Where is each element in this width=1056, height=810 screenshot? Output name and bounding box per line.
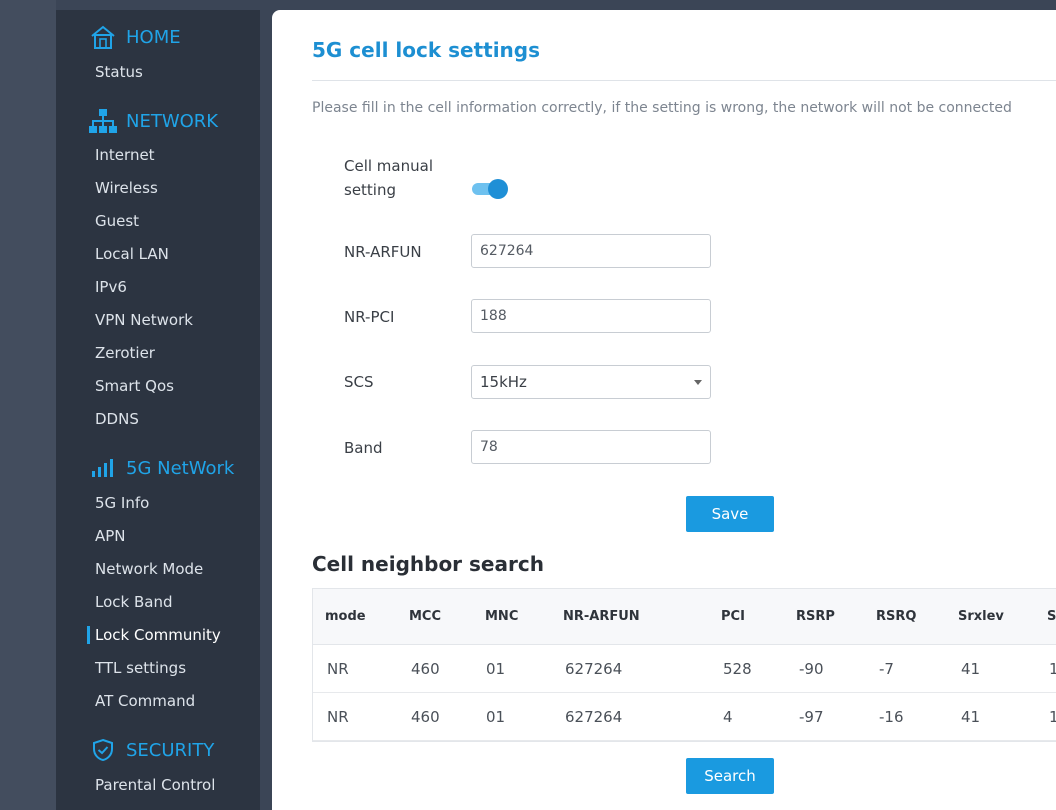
arfcn-input[interactable] — [471, 234, 711, 268]
content-panel: 5G cell lock settings Please fill in the… — [272, 10, 1056, 810]
sidebar-item-at-command[interactable]: AT Command — [95, 690, 195, 712]
scs-selected-value: 15kHz — [480, 373, 527, 391]
sidebar-item-vpn-network[interactable]: VPN Network — [95, 309, 193, 331]
arfcn-label: NR-ARFUN — [344, 243, 422, 261]
band-input[interactable] — [471, 430, 711, 464]
sidebar-item-internet[interactable]: Internet — [95, 144, 155, 166]
scs-select[interactable]: 15kHz — [471, 365, 711, 399]
section-5g-network-label: 5G NetWork — [126, 457, 235, 479]
table-cell: -90 — [799, 659, 824, 678]
table-header: mode MCC MNC NR-ARFUN PCI RSRP RSRQ Srxl… — [313, 589, 1056, 645]
sidebar-item-smart-qos[interactable]: Smart Qos — [95, 375, 174, 397]
page-title: 5G cell lock settings — [312, 38, 541, 62]
chevron-down-icon — [694, 380, 702, 385]
search-button[interactable]: Search — [686, 758, 774, 794]
toggle-knob — [488, 179, 508, 199]
table-cell: -16 — [879, 707, 904, 726]
column-header: NR-ARFUN — [563, 609, 640, 624]
section-network-label: NETWORK — [126, 110, 219, 132]
neighbor-search-title: Cell neighbor search — [312, 552, 544, 576]
table-row[interactable]: NR 460 01 627264 4 -97 -16 41 1 — [313, 693, 1056, 741]
signal-bars-icon — [88, 455, 118, 481]
section-security[interactable]: SECURITY — [88, 736, 214, 764]
section-5g-network[interactable]: 5G NetWork — [88, 454, 234, 482]
sidebar-item-guest[interactable]: Guest — [95, 210, 139, 232]
table-cell: -97 — [799, 707, 824, 726]
manual-setting-label: Cell manual setting — [344, 157, 433, 199]
warning-notice: Please fill in the cell information corr… — [312, 100, 1012, 116]
pci-label: NR-PCI — [344, 308, 395, 326]
shield-check-icon — [88, 737, 118, 763]
table-cell: 1 — [1049, 659, 1056, 678]
table-cell: 627264 — [565, 659, 623, 678]
table-cell: 41 — [961, 707, 981, 726]
sidebar-item-parental-control[interactable]: Parental Control — [95, 774, 215, 796]
column-header: MCC — [409, 609, 442, 624]
table-cell: 01 — [486, 707, 506, 726]
neighbor-table: mode MCC MNC NR-ARFUN PCI RSRP RSRQ Srxl… — [312, 588, 1056, 742]
scs-label: SCS — [344, 373, 374, 391]
pci-input[interactable] — [471, 299, 711, 333]
table-cell: 01 — [486, 659, 506, 678]
table-cell: 460 — [411, 659, 440, 678]
column-header: RSRP — [796, 609, 835, 624]
column-header: mode — [325, 609, 366, 624]
active-indicator — [87, 626, 90, 644]
sidebar-item-zerotier[interactable]: Zerotier — [95, 342, 155, 364]
column-header: PCI — [721, 609, 745, 624]
section-home-label: HOME — [126, 26, 181, 48]
table-row[interactable]: NR 460 01 627264 528 -90 -7 41 1 — [313, 645, 1056, 693]
home-icon — [88, 24, 118, 50]
table-cell: -7 — [879, 659, 894, 678]
table-cell: 41 — [961, 659, 981, 678]
save-button[interactable]: Save — [686, 496, 774, 532]
section-network[interactable]: NETWORK — [88, 107, 218, 135]
column-header: Sc — [1047, 609, 1056, 624]
column-header: MNC — [485, 609, 519, 624]
sidebar-item-network-mode[interactable]: Network Mode — [95, 558, 203, 580]
table-cell: 460 — [411, 707, 440, 726]
network-tree-icon — [88, 108, 118, 134]
sidebar-item-lock-band[interactable]: Lock Band — [95, 591, 172, 613]
sidebar-item-wireless[interactable]: Wireless — [95, 177, 158, 199]
sidebar-item-ipv6[interactable]: IPv6 — [95, 276, 127, 298]
table-cell: 627264 — [565, 707, 623, 726]
table-cell: NR — [327, 659, 349, 678]
sidebar-item-lock-community[interactable]: Lock Community — [95, 624, 221, 646]
manual-setting-toggle[interactable] — [472, 179, 508, 199]
table-cell: 4 — [723, 707, 733, 726]
sidebar-item-status[interactable]: Status — [95, 61, 143, 83]
column-header: Srxlev — [958, 609, 1004, 624]
band-label: Band — [344, 439, 383, 457]
sidebar-item-local-lan[interactable]: Local LAN — [95, 243, 169, 265]
column-header: RSRQ — [876, 609, 917, 624]
window-edge — [0, 0, 56, 810]
section-security-label: SECURITY — [126, 739, 215, 761]
table-cell: 528 — [723, 659, 752, 678]
sidebar: HOME Status NETWORK Internet Wireless Gu… — [56, 10, 260, 810]
sidebar-item-ttl-settings[interactable]: TTL settings — [95, 657, 186, 679]
sidebar-item-5g-info[interactable]: 5G Info — [95, 492, 149, 514]
section-home[interactable]: HOME — [88, 23, 181, 51]
sidebar-item-apn[interactable]: APN — [95, 525, 126, 547]
title-divider — [312, 80, 1056, 81]
table-cell: NR — [327, 707, 349, 726]
sidebar-item-ddns[interactable]: DDNS — [95, 408, 139, 430]
table-cell: 1 — [1049, 707, 1056, 726]
